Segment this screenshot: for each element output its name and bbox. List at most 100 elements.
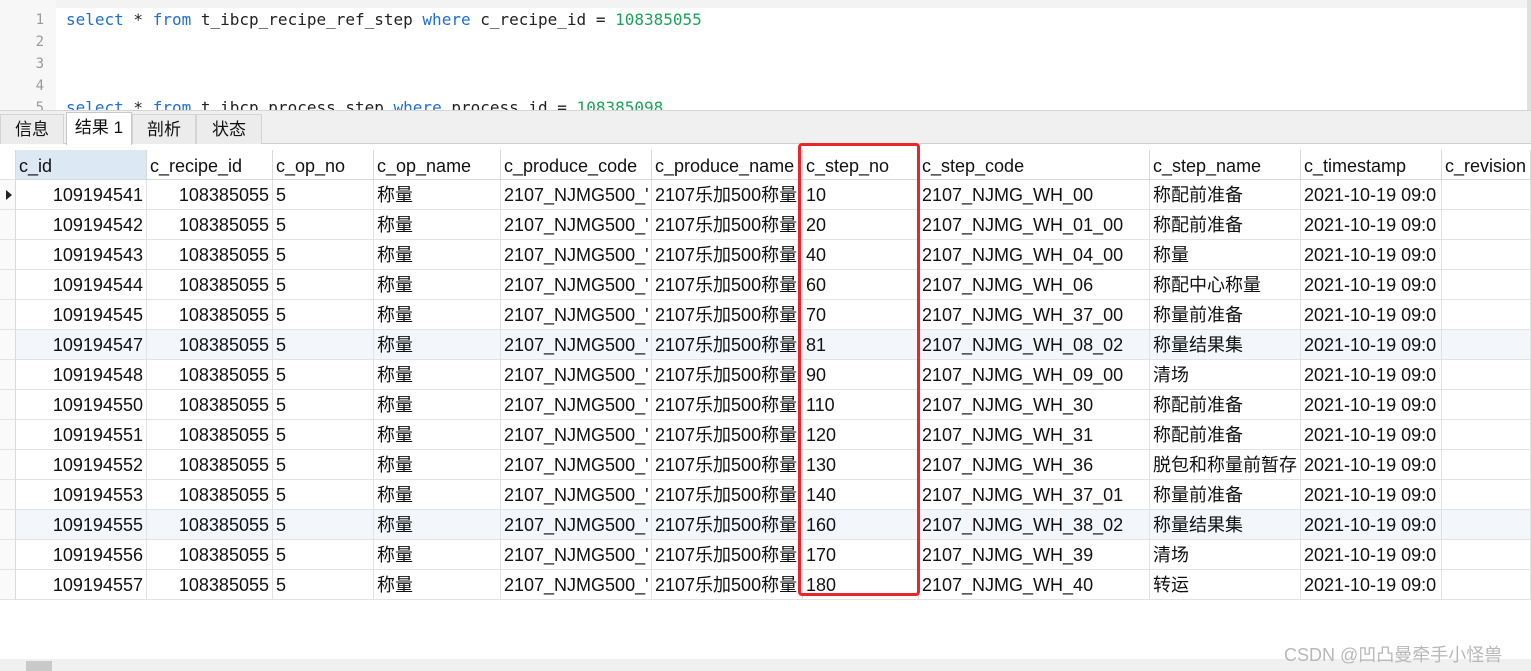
cell-c-step-name[interactable]: 称量 [1150,240,1301,270]
cell-c-step-no[interactable]: 40 [803,240,919,270]
cell-c-step-no[interactable]: 170 [803,540,919,570]
cell-c-produce-name[interactable]: 2107乐加500称量 [652,540,803,570]
row-selector[interactable] [0,510,16,540]
cell-c-produce-code[interactable]: 2107_NJMG500_' [501,300,652,330]
cell-c-step-no[interactable]: 120 [803,420,919,450]
cell-c-recipe-id[interactable]: 108385055 [147,510,273,540]
cell-c-op-name[interactable]: 称量 [374,450,501,480]
code-line[interactable]: 4 [0,75,1531,97]
cell-c-timestamp[interactable]: 2021-10-19 09:0 [1301,180,1442,210]
row-selector[interactable] [0,390,16,420]
cell-c-produce-name[interactable]: 2107乐加500称量 [652,510,803,540]
cell-c-id[interactable]: 109194544 [16,270,147,300]
cell-c-produce-name[interactable]: 2107乐加500称量 [652,180,803,210]
table-row[interactable]: 109194543 108385055 5 称量 2107_NJMG500_' 2107乐… [0,240,1531,270]
cell-c-id[interactable]: 109194547 [16,330,147,360]
cell-c-produce-code[interactable]: 2107_NJMG500_' [501,480,652,510]
cell-c-produce-code[interactable]: 2107_NJMG500_' [501,210,652,240]
cell-c-produce-name[interactable]: 2107乐加500称量 [652,360,803,390]
row-selector[interactable] [0,420,16,450]
cell-c-step-name[interactable]: 称配前准备 [1150,390,1301,420]
row-selector[interactable] [0,180,16,210]
cell-c-step-code[interactable]: 2107_NJMG_WH_01_00 [919,210,1150,240]
cell-c-op-name[interactable]: 称量 [374,570,501,600]
cell-c-recipe-id[interactable]: 108385055 [147,330,273,360]
cell-c-produce-name[interactable]: 2107乐加500称量 [652,240,803,270]
row-selector[interactable] [0,270,16,300]
cell-c-step-name[interactable]: 称配前准备 [1150,210,1301,240]
cell-c-step-no[interactable]: 81 [803,330,919,360]
cell-c-id[interactable]: 109194542 [16,210,147,240]
cell-c-id[interactable]: 109194550 [16,390,147,420]
cell-c-op-name[interactable]: 称量 [374,540,501,570]
cell-c-step-name[interactable]: 称量前准备 [1150,300,1301,330]
cell-c-revision[interactable] [1442,450,1531,480]
cell-c-op-name[interactable]: 称量 [374,330,501,360]
cell-c-step-name[interactable]: 称量结果集 [1150,510,1301,540]
code-line[interactable]: 1 select * from t_ibcp_recipe_ref_step wh… [0,9,1531,31]
cell-c-recipe-id[interactable]: 108385055 [147,180,273,210]
cell-c-op-no[interactable]: 5 [273,420,374,450]
cell-c-revision[interactable] [1442,360,1531,390]
cell-c-produce-name[interactable]: 2107乐加500称量 [652,480,803,510]
cell-c-revision[interactable] [1442,540,1531,570]
cell-c-id[interactable]: 109194555 [16,510,147,540]
cell-c-step-code[interactable]: 2107_NJMG_WH_08_02 [919,330,1150,360]
cell-c-step-code[interactable]: 2107_NJMG_WH_39 [919,540,1150,570]
cell-c-produce-code[interactable]: 2107_NJMG500_' [501,180,652,210]
cell-c-produce-code[interactable]: 2107_NJMG500_' [501,390,652,420]
cell-c-step-no[interactable]: 70 [803,300,919,330]
cell-c-revision[interactable] [1442,420,1531,450]
cell-c-timestamp[interactable]: 2021-10-19 09:0 [1301,360,1442,390]
cell-c-revision[interactable] [1442,270,1531,300]
cell-c-produce-code[interactable]: 2107_NJMG500_' [501,510,652,540]
cell-c-op-name[interactable]: 称量 [374,420,501,450]
cell-c-op-name[interactable]: 称量 [374,300,501,330]
cell-c-step-code[interactable]: 2107_NJMG_WH_04_00 [919,240,1150,270]
cell-c-produce-name[interactable]: 2107乐加500称量 [652,270,803,300]
cell-c-id[interactable]: 109194545 [16,300,147,330]
cell-c-revision[interactable] [1442,330,1531,360]
table-row[interactable]: 109194545 108385055 5 称量 2107_NJMG500_' 2107乐… [0,300,1531,330]
row-selector[interactable] [0,210,16,240]
cell-c-step-code[interactable]: 2107_NJMG_WH_38_02 [919,510,1150,540]
cell-c-op-no[interactable]: 5 [273,240,374,270]
cell-c-op-no[interactable]: 5 [273,360,374,390]
tab-result-1[interactable]: 结果 1 [66,112,132,145]
cell-c-produce-code[interactable]: 2107_NJMG500_' [501,540,652,570]
cell-c-produce-code[interactable]: 2107_NJMG500_' [501,270,652,300]
row-selector[interactable] [0,330,16,360]
cell-c-timestamp[interactable]: 2021-10-19 09:0 [1301,210,1442,240]
cell-c-step-name[interactable]: 称量结果集 [1150,330,1301,360]
cell-c-step-name[interactable]: 清场 [1150,540,1301,570]
cell-c-step-no[interactable]: 90 [803,360,919,390]
code-line[interactable]: 3 [0,53,1531,75]
cell-c-recipe-id[interactable]: 108385055 [147,570,273,600]
cell-c-recipe-id[interactable]: 108385055 [147,360,273,390]
cell-c-step-name[interactable]: 称配中心称量 [1150,270,1301,300]
editor-scrollbar[interactable] [1527,0,1531,110]
cell-c-produce-name[interactable]: 2107乐加500称量 [652,390,803,420]
cell-c-produce-name[interactable]: 2107乐加500称量 [652,210,803,240]
cell-c-op-no[interactable]: 5 [273,330,374,360]
cell-c-step-no[interactable]: 180 [803,570,919,600]
cell-c-revision[interactable] [1442,510,1531,540]
cell-c-id[interactable]: 109194557 [16,570,147,600]
cell-c-op-no[interactable]: 5 [273,540,374,570]
cell-c-timestamp[interactable]: 2021-10-19 09:0 [1301,390,1442,420]
cell-c-id[interactable]: 109194552 [16,450,147,480]
cell-c-op-name[interactable]: 称量 [374,240,501,270]
column-header-c-op-no[interactable]: c_op_no [273,150,374,180]
cell-c-op-no[interactable]: 5 [273,300,374,330]
row-selector[interactable] [0,480,16,510]
row-selector[interactable] [0,540,16,570]
cell-c-id[interactable]: 109194556 [16,540,147,570]
column-header-c-produce-name[interactable]: c_produce_name [652,150,803,180]
cell-c-id[interactable]: 109194548 [16,360,147,390]
cell-c-step-name[interactable]: 转运 [1150,570,1301,600]
cell-c-produce-code[interactable]: 2107_NJMG500_' [501,450,652,480]
cell-c-produce-name[interactable]: 2107乐加500称量 [652,300,803,330]
cell-c-produce-name[interactable]: 2107乐加500称量 [652,570,803,600]
cell-c-produce-code[interactable]: 2107_NJMG500_' [501,240,652,270]
column-header-c-revision[interactable]: c_revision [1442,150,1531,180]
